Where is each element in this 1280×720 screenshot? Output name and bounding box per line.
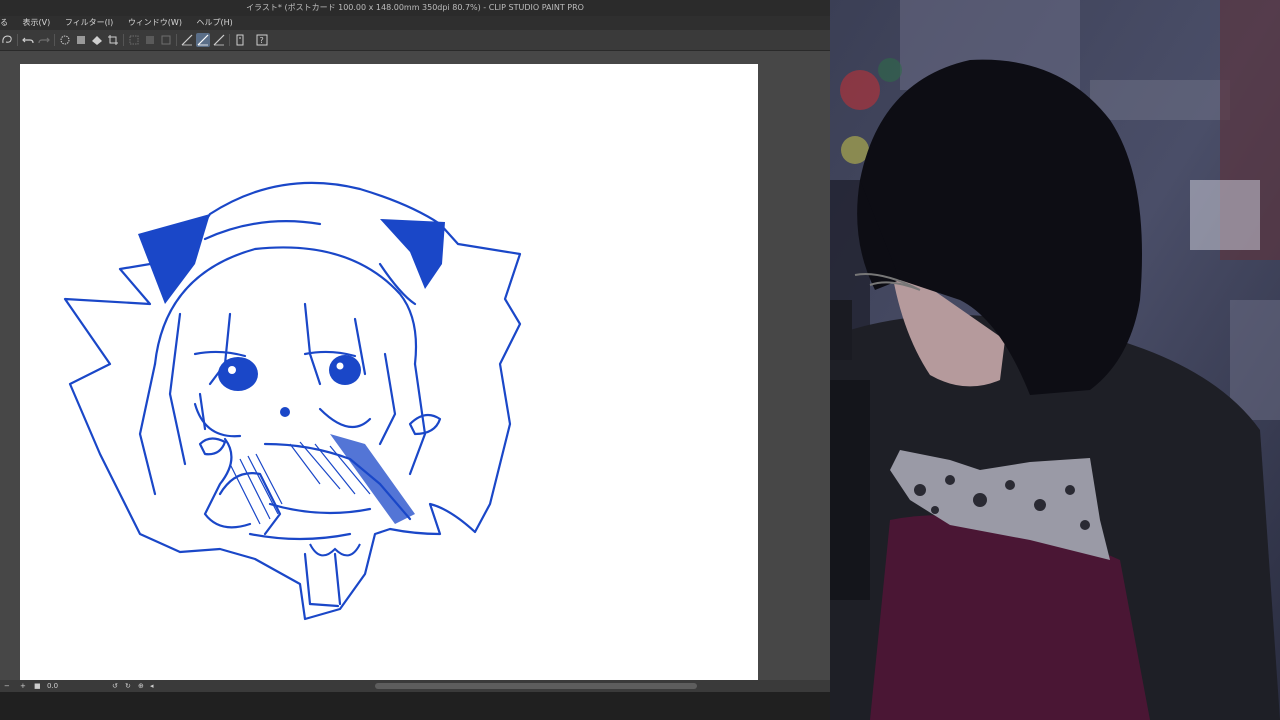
status-bar: − + ■ 0.0 ↺ ↻ ⊕ ◂ bbox=[0, 680, 830, 692]
menu-bar: る 表示(V) フィルター(I) ウィンドウ(W) ヘルプ(H) bbox=[0, 16, 830, 30]
transform-icon[interactable] bbox=[90, 33, 104, 47]
svg-text:?: ? bbox=[260, 36, 264, 45]
zoom-in-icon[interactable]: + bbox=[20, 680, 26, 692]
selection-border-icon[interactable] bbox=[159, 33, 173, 47]
drawing-canvas[interactable] bbox=[20, 64, 758, 681]
flip-icon[interactable]: ◂ bbox=[150, 680, 154, 692]
menu-item-window[interactable]: ウィンドウ(W) bbox=[122, 16, 188, 30]
menu-item-view[interactable]: 表示(V) bbox=[17, 16, 57, 30]
left-eye bbox=[218, 357, 258, 391]
command-bar: ? bbox=[0, 30, 830, 51]
crop-icon[interactable] bbox=[106, 33, 120, 47]
right-eye bbox=[329, 355, 361, 385]
clip-studio-window: イラスト* (ポストカード 100.00 x 148.00mm 350dpi 8… bbox=[0, 0, 830, 720]
canvas-workspace[interactable] bbox=[0, 51, 830, 681]
fill-icon[interactable] bbox=[74, 33, 88, 47]
menu-item-help[interactable]: ヘルプ(H) bbox=[191, 16, 239, 30]
streamer-photo bbox=[830, 0, 1280, 720]
ruler-icon[interactable] bbox=[212, 33, 226, 47]
sketch-illustration bbox=[63, 181, 522, 621]
pen-icon[interactable] bbox=[180, 33, 194, 47]
layer-icon[interactable] bbox=[233, 33, 247, 47]
stop-icon[interactable]: ■ bbox=[34, 680, 41, 692]
redo-icon[interactable] bbox=[37, 33, 51, 47]
undo-icon[interactable] bbox=[21, 33, 35, 47]
reset-view-icon[interactable]: ⊕ bbox=[138, 680, 144, 692]
rotate-left-icon[interactable]: ↺ bbox=[112, 680, 118, 692]
horizontal-scrollbar[interactable] bbox=[375, 683, 697, 689]
rotate-right-icon[interactable]: ↻ bbox=[125, 680, 131, 692]
menu-item-filter[interactable]: フィルター(I) bbox=[59, 16, 119, 30]
menu-item-cut-off[interactable]: る bbox=[0, 16, 14, 30]
lasso-icon[interactable] bbox=[0, 33, 14, 47]
window-title: イラスト* (ポストカード 100.00 x 148.00mm 350dpi 8… bbox=[0, 0, 830, 16]
pen-pressure-icon[interactable] bbox=[196, 33, 210, 47]
webcam-feed bbox=[830, 0, 1280, 720]
select-none-icon[interactable] bbox=[127, 33, 141, 47]
clear-icon[interactable] bbox=[58, 33, 72, 47]
zoom-out-icon[interactable]: − bbox=[4, 680, 10, 692]
bottom-strip bbox=[0, 692, 830, 720]
help-icon[interactable]: ? bbox=[255, 33, 269, 47]
zoom-readout[interactable]: 0.0 bbox=[47, 680, 58, 692]
invert-selection-icon[interactable] bbox=[143, 33, 157, 47]
left-bow-fill bbox=[138, 214, 210, 304]
